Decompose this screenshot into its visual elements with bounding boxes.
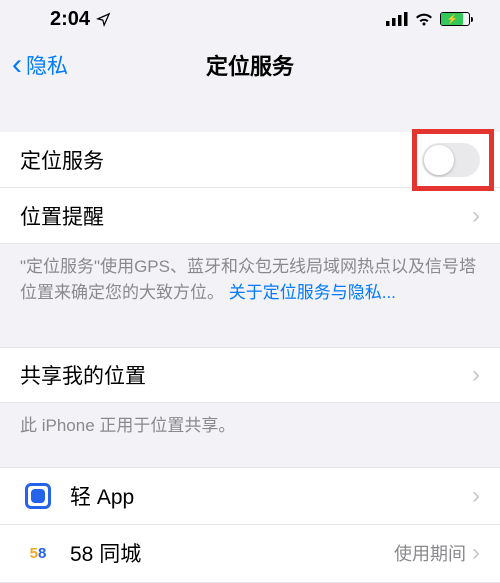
status-icons: ⚡ — [386, 12, 470, 26]
row-label: 定位服务 — [20, 145, 104, 175]
chevron-right-icon: › — [472, 539, 480, 567]
location-alerts-row[interactable]: 位置提醒 › — [0, 188, 500, 244]
nav-bar: ‹ 隐私 定位服务 — [0, 38, 500, 92]
wifi-icon — [414, 12, 434, 26]
cellular-signal-icon — [386, 12, 408, 26]
toggle-knob — [424, 145, 454, 175]
group-gap — [0, 457, 500, 467]
app-permission-detail: 使用期间 — [394, 540, 466, 566]
qing-app-icon — [20, 478, 56, 514]
page-title: 定位服务 — [0, 49, 500, 81]
battery-icon: ⚡ — [440, 12, 470, 26]
chevron-right-icon: › — [472, 361, 480, 389]
row-label: 位置提醒 — [20, 201, 104, 231]
58-tongcheng-row[interactable]: 58 58 同城 使用期间 › — [0, 525, 500, 583]
battery-charging-icon: ⚡ — [447, 14, 458, 25]
back-button[interactable]: ‹ 隐私 — [0, 50, 68, 80]
row-label: 共享我的位置 — [20, 360, 146, 390]
share-footer-note: 此 iPhone 正用于位置共享。 — [0, 403, 500, 457]
status-bar: 2:04 ⚡ — [0, 0, 500, 38]
status-time-group: 2:04 — [50, 8, 111, 31]
qing-app-row[interactable]: 轻 App › — [0, 467, 500, 525]
status-time: 2:04 — [50, 8, 90, 31]
chevron-right-icon: › — [472, 202, 480, 230]
location-services-row[interactable]: 定位服务 — [0, 132, 500, 188]
back-label: 隐私 — [26, 50, 68, 80]
app-label: 58 同城 — [70, 538, 141, 568]
footer-explanation: "定位服务"使用GPS、蓝牙和众包无线局域网热点以及信号塔位置来确定您的大致方位… — [0, 244, 500, 319]
location-services-toggle[interactable] — [422, 143, 480, 177]
group-gap — [0, 319, 500, 347]
chevron-right-icon: › — [472, 482, 480, 510]
share-my-location-row[interactable]: 共享我的位置 › — [0, 347, 500, 403]
location-arrow-icon — [96, 12, 111, 27]
spacer — [0, 92, 500, 132]
app-label: 轻 App — [70, 481, 134, 511]
chevron-left-icon: ‹ — [12, 50, 22, 80]
privacy-link[interactable]: 关于定位服务与隐私... — [229, 283, 396, 302]
58-tongcheng-icon: 58 — [20, 535, 56, 571]
